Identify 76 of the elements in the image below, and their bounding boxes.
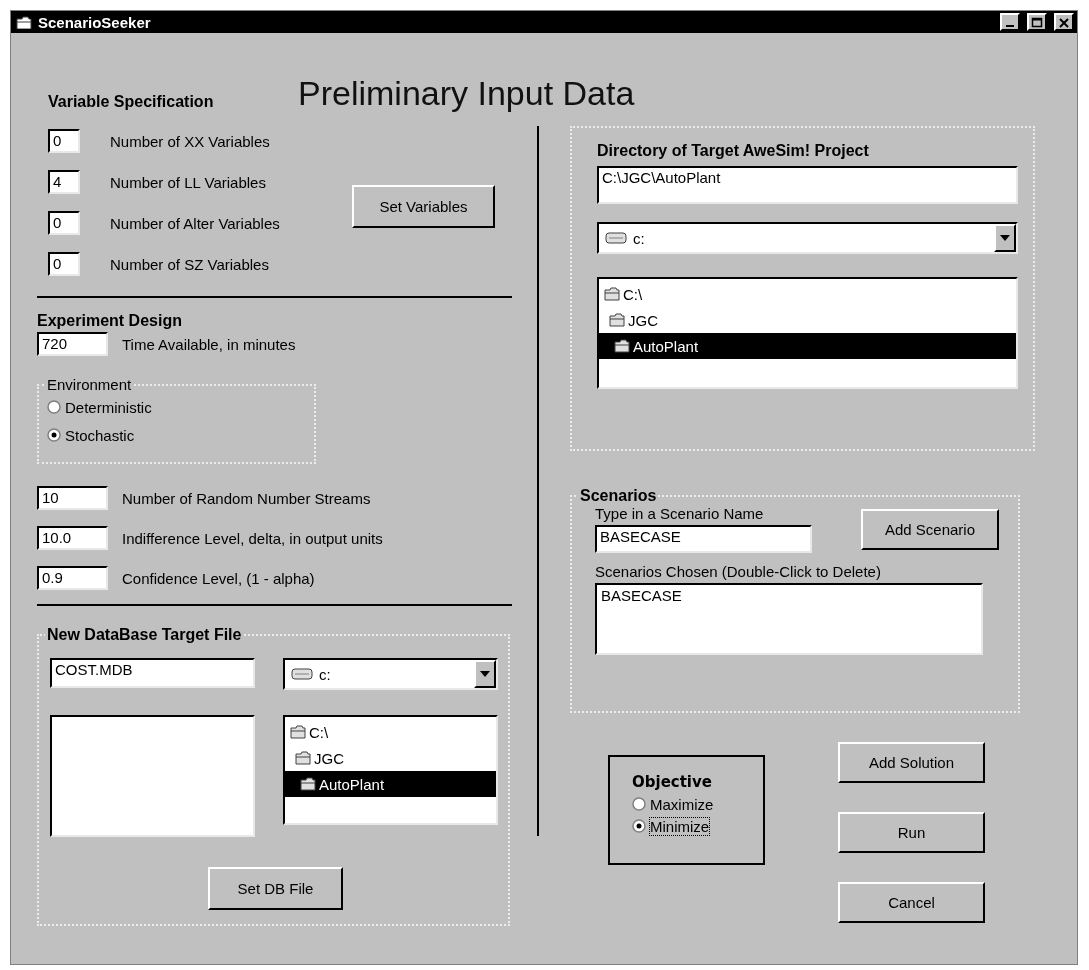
radio-button[interactable] bbox=[47, 400, 61, 414]
close-icon bbox=[1058, 16, 1070, 28]
folder-icon bbox=[299, 776, 317, 792]
folder-item[interactable]: AutoPlant bbox=[599, 333, 1016, 359]
input-field[interactable]: 0 bbox=[48, 129, 80, 153]
group-title: Scenarios bbox=[580, 487, 657, 504]
radio-button[interactable] bbox=[632, 797, 646, 811]
caret-icon bbox=[1000, 235, 1010, 241]
input-field[interactable]: 0 bbox=[48, 211, 80, 235]
input-field[interactable]: BASECASE bbox=[595, 525, 812, 553]
run-button[interactable]: Run bbox=[838, 812, 985, 853]
field-label: Number of XX Variables bbox=[110, 132, 270, 150]
set-db-file-button[interactable]: Set DB File bbox=[208, 867, 343, 910]
minimize-icon bbox=[1006, 24, 1014, 27]
section-title: Experiment Design bbox=[37, 312, 183, 330]
dropdown-button[interactable] bbox=[474, 660, 496, 688]
radio-label: Minimize bbox=[650, 817, 710, 835]
folder-item[interactable]: JGC bbox=[599, 307, 1016, 333]
input-field[interactable]: 10 bbox=[37, 486, 108, 510]
group-title: New DataBase Target File bbox=[47, 626, 242, 643]
folder-list[interactable]: C:\ JGC AutoPlant bbox=[283, 715, 498, 825]
field-label: Confidence Level, (1 - alpha) bbox=[122, 569, 315, 587]
radio-label: Maximize bbox=[650, 795, 714, 813]
folder-icon bbox=[613, 338, 631, 354]
page-heading: Preliminary Input Data bbox=[298, 73, 635, 113]
field-label: Number of LL Variables bbox=[110, 173, 266, 191]
maximize-icon bbox=[1031, 16, 1043, 28]
section-title: Directory of Target AweSim! Project bbox=[597, 142, 870, 160]
drive-icon bbox=[605, 232, 627, 244]
drive-dropdown[interactable]: c: bbox=[597, 222, 1018, 254]
add-scenario-button[interactable]: Add Scenario bbox=[861, 509, 999, 550]
field-label: Indifference Level, delta, in output units bbox=[122, 529, 383, 547]
folder-icon bbox=[289, 724, 307, 740]
radio-button[interactable] bbox=[47, 428, 61, 442]
input-field[interactable]: C:\JGC\AutoPlant bbox=[597, 166, 1018, 204]
input-field[interactable]: 4 bbox=[48, 170, 80, 194]
folder-list[interactable]: C:\ JGC AutoPlant bbox=[597, 277, 1018, 389]
folder-item[interactable]: AutoPlant bbox=[285, 771, 496, 797]
input-field[interactable]: 720 bbox=[37, 332, 108, 356]
add-solution-button[interactable]: Add Solution bbox=[838, 742, 985, 783]
input-field[interactable]: COST.MDB bbox=[50, 658, 255, 688]
list-item[interactable]: BASECASE bbox=[601, 587, 977, 604]
minimize-button[interactable] bbox=[1000, 13, 1020, 31]
folder-icon bbox=[603, 286, 621, 302]
field-label: Time Available, in minutes bbox=[122, 335, 296, 353]
input-field[interactable]: 0 bbox=[48, 252, 80, 276]
objective-title: Objective bbox=[632, 773, 713, 791]
radio-label: Stochastic bbox=[65, 426, 135, 444]
field-label: Type in a Scenario Name bbox=[595, 505, 765, 522]
caret-icon bbox=[480, 671, 490, 677]
app-icon bbox=[16, 15, 32, 29]
input-field[interactable]: 0.9 bbox=[37, 566, 108, 590]
maximize-button[interactable] bbox=[1027, 13, 1047, 31]
input-field[interactable]: 10.0 bbox=[37, 526, 108, 550]
cancel-button[interactable]: Cancel bbox=[838, 882, 985, 923]
folder-item[interactable]: JGC bbox=[285, 745, 496, 771]
drive-icon bbox=[291, 668, 313, 680]
folder-icon bbox=[294, 750, 312, 766]
dropdown-button[interactable] bbox=[994, 224, 1016, 252]
radio-label: Deterministic bbox=[65, 398, 152, 416]
list-box[interactable] bbox=[50, 715, 255, 837]
field-label: Scenarios Chosen (Double-Click to Delete) bbox=[595, 563, 882, 580]
group-title: Environment bbox=[47, 376, 132, 393]
set-variables-button[interactable]: Set Variables bbox=[352, 184, 495, 228]
folder-icon bbox=[608, 312, 626, 328]
field-label: Number of Random Number Streams bbox=[122, 489, 371, 507]
radio-button[interactable] bbox=[632, 819, 646, 833]
list-box[interactable]: BASECASE bbox=[595, 583, 983, 655]
window-title: ScenarioSeeker bbox=[38, 13, 151, 31]
drive-dropdown[interactable]: c: bbox=[283, 658, 498, 690]
field-label: Number of SZ Variables bbox=[110, 255, 269, 273]
section-title: Variable Specification bbox=[48, 93, 215, 112]
folder-item[interactable]: C:\ bbox=[285, 719, 496, 745]
folder-item[interactable]: C:\ bbox=[599, 281, 1016, 307]
close-button[interactable] bbox=[1054, 13, 1074, 31]
field-label: Number of Alter Variables bbox=[110, 214, 280, 232]
